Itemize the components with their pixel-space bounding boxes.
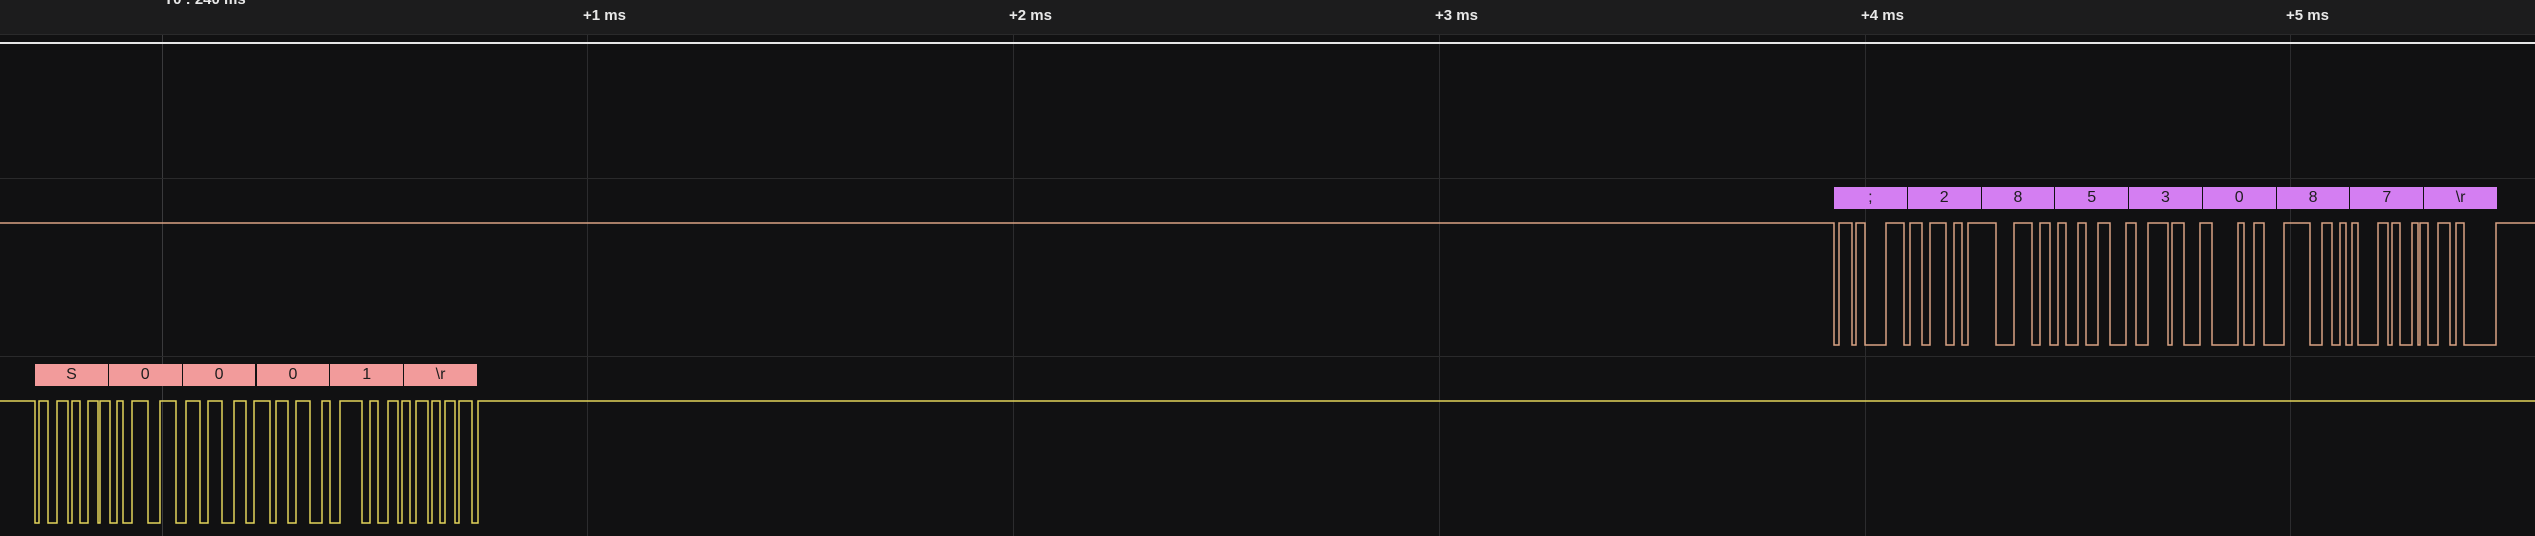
tick-label-1ms: +1 ms: [583, 7, 626, 24]
tick-label-4ms: +4 ms: [1861, 7, 1904, 24]
channel-1-waveform: [0, 222, 2535, 346]
channel-2-row[interactable]: S 0 0 0 1 \r: [0, 357, 2535, 536]
time-ruler[interactable]: T0 : 240 ms +1 ms +2 ms +3 ms +4 ms +5 m…: [0, 0, 2535, 35]
channel-0-waveform: [0, 42, 2535, 44]
tick-label-5ms: +5 ms: [2286, 7, 2329, 24]
channel-2-waveform: [0, 400, 2535, 524]
channel-0-row[interactable]: [0, 34, 2535, 179]
cursor-time-label[interactable]: T0 : 240 ms: [164, 0, 246, 8]
channel-1-row[interactable]: ; 2 8 5 3 0 8 7 \r: [0, 179, 2535, 357]
tick-label-2ms: +2 ms: [1009, 7, 1052, 24]
tick-label-3ms: +3 ms: [1435, 7, 1478, 24]
